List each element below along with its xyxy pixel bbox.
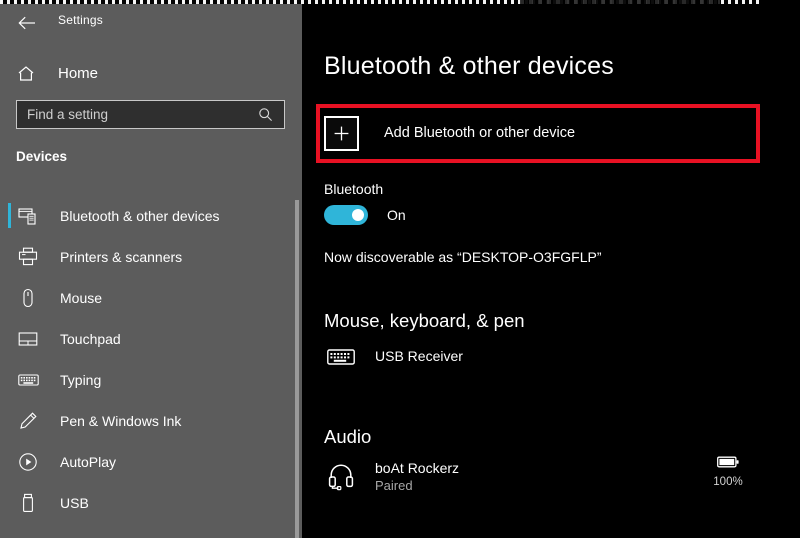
printer-icon xyxy=(17,246,39,268)
app-title: Settings xyxy=(58,13,103,27)
sidebar-item-autoplay[interactable]: AutoPlay xyxy=(0,441,302,482)
toggle-knob xyxy=(352,209,364,221)
settings-window: Settings Home Find a setting Devices Blu… xyxy=(0,0,800,538)
device-text: USB Receiver xyxy=(375,348,463,365)
battery-icon xyxy=(717,455,739,473)
group-heading-mouse-keyboard-pen: Mouse, keyboard, & pen xyxy=(324,310,525,331)
capture-artifact-strip-right xyxy=(520,0,720,4)
device-row-usb-receiver[interactable]: USB Receiver xyxy=(324,341,724,372)
home-icon xyxy=(16,63,36,83)
bluetooth-devices-icon xyxy=(17,205,39,227)
sidebar-nav-list: Bluetooth & other devices Printers & sca… xyxy=(0,195,302,523)
sidebar-scrollbar[interactable] xyxy=(295,200,299,538)
sidebar-item-pen-windows-ink[interactable]: Pen & Windows Ink xyxy=(0,400,302,441)
sidebar-item-printers-scanners[interactable]: Printers & scanners xyxy=(0,236,302,277)
device-row-boat-rockerz[interactable]: boAt Rockerz Paired xyxy=(324,455,694,499)
add-device-label: Add Bluetooth or other device xyxy=(384,125,576,141)
discoverable-text: Now discoverable as “DESKTOP-O3FGFLP” xyxy=(324,249,602,265)
add-bluetooth-device-button[interactable]: Add Bluetooth or other device xyxy=(324,110,744,156)
device-text: boAt Rockerz Paired xyxy=(375,460,459,494)
mouse-icon xyxy=(17,287,39,309)
main-content: Bluetooth & other devices Add Bluetooth … xyxy=(302,0,800,538)
search-icon[interactable] xyxy=(254,107,276,122)
search-placeholder: Find a setting xyxy=(27,107,109,122)
bluetooth-toggle[interactable] xyxy=(324,205,368,225)
sidebar-item-label: Pen & Windows Ink xyxy=(60,412,182,429)
sidebar-item-mouse[interactable]: Mouse xyxy=(0,277,302,318)
device-status: Paired xyxy=(375,478,413,493)
battery-indicator: 100% xyxy=(706,455,750,488)
touchpad-icon xyxy=(17,328,39,350)
bluetooth-toggle-row: On xyxy=(324,205,406,225)
sidebar-item-home[interactable]: Home xyxy=(0,56,290,90)
sidebar-item-label: Touchpad xyxy=(60,330,121,347)
keyboard-icon xyxy=(324,342,358,372)
battery-percent: 100% xyxy=(713,476,743,488)
bluetooth-heading: Bluetooth xyxy=(324,181,384,197)
device-name: USB Receiver xyxy=(375,348,463,364)
sidebar-section-title: Devices xyxy=(16,149,68,164)
sidebar-item-label: Bluetooth & other devices xyxy=(60,207,220,224)
selection-accent-bar xyxy=(8,203,11,228)
sidebar-item-label: Printers & scanners xyxy=(60,248,183,265)
search-input[interactable]: Find a setting xyxy=(16,100,285,129)
title-bar: Settings xyxy=(0,4,302,36)
bluetooth-toggle-state: On xyxy=(387,207,406,223)
plus-icon xyxy=(324,115,359,151)
sidebar-item-label: Typing xyxy=(60,371,102,388)
sidebar: Settings Home Find a setting Devices Blu… xyxy=(0,0,302,538)
page-title: Bluetooth & other devices xyxy=(324,52,614,80)
group-heading-audio: Audio xyxy=(324,426,372,447)
sidebar-item-label: AutoPlay xyxy=(60,453,117,470)
sidebar-item-touchpad[interactable]: Touchpad xyxy=(0,318,302,359)
sidebar-item-label: USB xyxy=(60,494,89,511)
sidebar-item-typing[interactable]: Typing xyxy=(0,359,302,400)
pen-icon xyxy=(17,410,39,432)
keyboard-icon xyxy=(17,369,39,391)
headset-icon xyxy=(324,462,358,492)
back-arrow-icon[interactable] xyxy=(12,12,42,34)
usb-icon xyxy=(17,492,39,514)
sidebar-item-home-label: Home xyxy=(58,64,99,82)
device-name: boAt Rockerz xyxy=(375,460,460,476)
sidebar-item-label: Mouse xyxy=(60,289,103,306)
sidebar-item-bluetooth-other-devices[interactable]: Bluetooth & other devices xyxy=(0,195,302,236)
autoplay-icon xyxy=(17,451,39,473)
sidebar-item-usb[interactable]: USB xyxy=(0,482,302,523)
